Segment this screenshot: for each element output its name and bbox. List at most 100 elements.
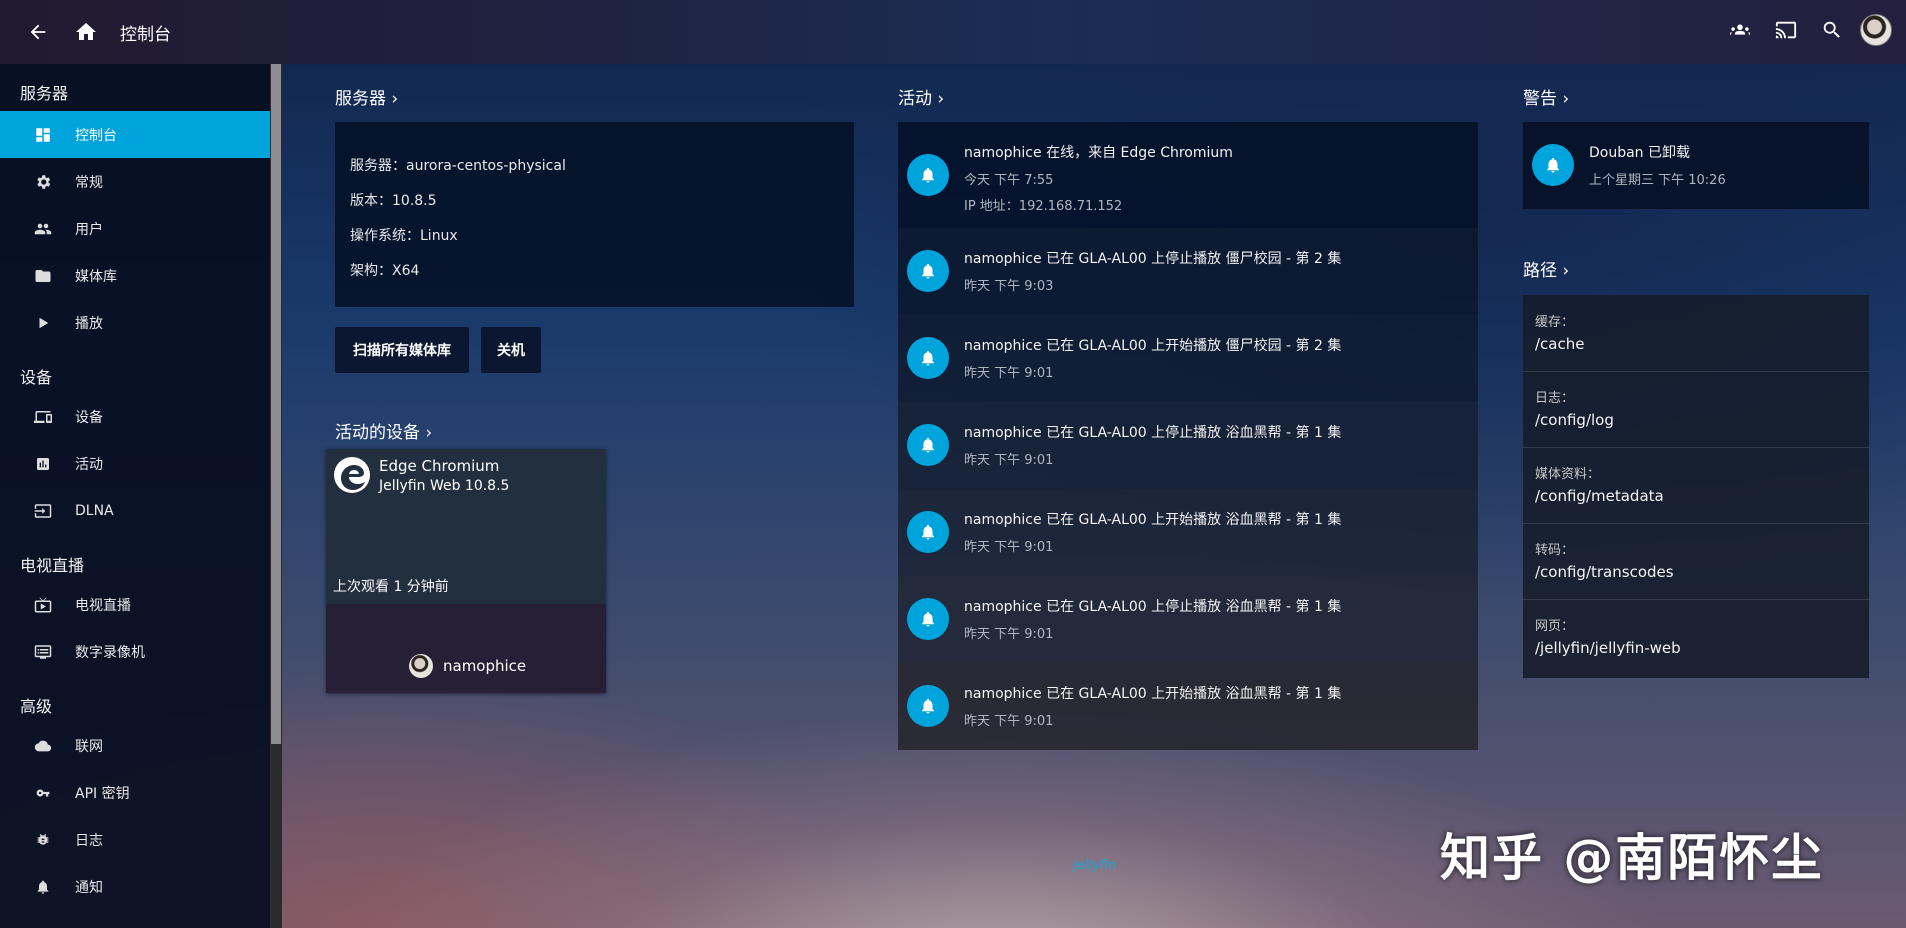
activity-time: 昨天 下午 9:01 <box>964 540 1054 555</box>
back-button[interactable] <box>20 14 56 50</box>
bell-icon <box>907 685 949 727</box>
path-label: 缓存： <box>1535 315 1575 330</box>
activity-item[interactable]: namophice 已在 GLA-AL00 上停止播放 浴血黑帮 - 第 1 集… <box>898 576 1478 664</box>
sidebar-item-notifications[interactable]: 通知 <box>0 863 270 910</box>
gear-icon <box>33 172 53 192</box>
user-avatar <box>409 654 433 678</box>
activity-time: 今天 下午 7:55 <box>964 173 1054 188</box>
active-device-card[interactable]: Edge Chromium Jellyfin Web 10.8.5 上次观看 1… <box>326 449 606 693</box>
search-button[interactable] <box>1814 12 1850 48</box>
group-icon <box>1729 24 1751 35</box>
activity-item[interactable]: namophice 在线，来自 Edge Chromium 今天 下午 7:55… <box>898 122 1478 229</box>
sidebar-scrollbar-thumb[interactable] <box>271 64 281 744</box>
chevron-right-icon: › <box>1562 89 1570 109</box>
device-last-seen: 上次观看 1 分钟前 <box>333 579 449 595</box>
live-tv-icon <box>33 595 53 615</box>
bell-icon <box>1532 144 1574 186</box>
bell-icon <box>907 337 949 379</box>
sidebar-item-dashboard[interactable]: 控制台 <box>0 111 270 158</box>
device-app-name: Edge Chromium <box>379 457 500 475</box>
bell-icon <box>907 250 949 292</box>
bell-icon <box>33 877 53 897</box>
home-icon <box>76 23 96 40</box>
sidebar-item-networking[interactable]: 联网 <box>0 722 270 769</box>
sidebar-item-label: 用户 <box>75 221 103 238</box>
server-os: 操作系统：Linux <box>350 228 458 244</box>
device-app-version: Jellyfin Web 10.8.5 <box>379 478 510 494</box>
cloud-icon <box>33 736 53 756</box>
activity-title: namophice 已在 GLA-AL00 上开始播放 僵尸校园 - 第 2 集 <box>964 338 1342 354</box>
sidebar-item-label: 常规 <box>75 174 103 191</box>
activity-title: namophice 已在 GLA-AL00 上停止播放 僵尸校园 - 第 2 集 <box>964 251 1342 267</box>
activity-time: 昨天 下午 9:03 <box>964 279 1054 294</box>
sidebar-item-users[interactable]: 用户 <box>0 205 270 252</box>
home-button[interactable] <box>68 14 104 50</box>
sidebar-item-label: 播放 <box>75 315 103 332</box>
server-section-title[interactable]: 服务器 › <box>335 84 398 109</box>
bell-icon <box>907 424 949 466</box>
activity-item[interactable]: namophice 已在 GLA-AL00 上停止播放 僵尸校园 - 第 2 集… <box>898 228 1478 316</box>
dashboard-icon <box>33 125 53 145</box>
activity-item[interactable]: namophice 已在 GLA-AL00 上开始播放 浴血黑帮 - 第 1 集… <box>898 663 1478 750</box>
chevron-right-icon: › <box>425 423 433 443</box>
sidebar-item-label: 控制台 <box>75 127 117 144</box>
activity-extra: IP 地址：192.168.71.152 <box>964 199 1123 214</box>
sidebar-item-live-tv[interactable]: 电视直播 <box>0 581 270 628</box>
alerts-section-title[interactable]: 警告 › <box>1523 84 1569 109</box>
activity-section-title[interactable]: 活动 › <box>898 84 944 109</box>
path-item-log: 日志： /config/log <box>1523 371 1869 448</box>
sidebar-item-playback[interactable]: 播放 <box>0 299 270 346</box>
activity-time: 昨天 下午 9:01 <box>964 453 1054 468</box>
activity-item[interactable]: namophice 已在 GLA-AL00 上开始播放 浴血黑帮 - 第 1 集… <box>898 489 1478 577</box>
cast-button[interactable] <box>1768 12 1804 48</box>
sidebar-item-label: 联网 <box>75 738 103 755</box>
alert-time: 上个星期三 下午 10:26 <box>1589 173 1726 188</box>
top-header: 控制台 <box>0 0 1906 64</box>
active-devices-title[interactable]: 活动的设备 › <box>335 418 432 443</box>
activity-title: namophice 在线，来自 Edge Chromium <box>964 145 1233 161</box>
activity-time: 昨天 下午 9:01 <box>964 627 1054 642</box>
devices-icon <box>33 407 53 427</box>
activity-title-text: 活动 <box>898 89 932 109</box>
arrow-left-icon <box>30 24 46 40</box>
shutdown-button[interactable]: 关机 <box>481 327 541 373</box>
section-advanced: 高级 <box>20 697 53 716</box>
sidebar-item-dlna[interactable]: DLNA <box>0 487 270 534</box>
sidebar-item-label: DLNA <box>75 502 114 519</box>
play-icon <box>33 313 53 333</box>
sync-play-button[interactable] <box>1722 12 1758 48</box>
input-icon <box>33 501 53 521</box>
path-label: 网页： <box>1535 619 1575 634</box>
user-avatar[interactable] <box>1860 14 1892 46</box>
sidebar-item-label: 媒体库 <box>75 268 117 285</box>
cast-icon <box>1775 21 1797 39</box>
sidebar-item-api-keys[interactable]: API 密钥 <box>0 769 270 816</box>
scan-all-libraries-button[interactable]: 扫描所有媒体库 <box>335 327 469 373</box>
sidebar-item-label: 通知 <box>75 879 103 896</box>
section-live-tv: 电视直播 <box>20 556 85 575</box>
alerts-title-text: 警告 <box>1523 89 1557 109</box>
sidebar-item-label: 电视直播 <box>75 597 131 614</box>
sidebar-item-dvr[interactable]: 数字录像机 <box>0 628 270 675</box>
sidebar-item-activity[interactable]: 活动 <box>0 440 270 487</box>
jellyfin-footer-logo[interactable]: jellyfin <box>1073 858 1116 873</box>
paths-title-text: 路径 <box>1523 261 1557 281</box>
sidebar-item-libraries[interactable]: 媒体库 <box>0 252 270 299</box>
activity-item[interactable]: namophice 已在 GLA-AL00 上停止播放 浴血黑帮 - 第 1 集… <box>898 402 1478 490</box>
activity-title: namophice 已在 GLA-AL00 上停止播放 浴血黑帮 - 第 1 集 <box>964 425 1342 441</box>
sidebar-item-logs[interactable]: 日志 <box>0 816 270 863</box>
edge-browser-icon <box>333 456 371 494</box>
path-value: /jellyfin/jellyfin-web <box>1535 639 1681 657</box>
search-icon <box>1823 21 1840 38</box>
server-name: 服务器：aurora-centos-physical <box>350 158 566 174</box>
page-title: 控制台 <box>120 25 171 45</box>
sidebar-item-general[interactable]: 常规 <box>0 158 270 205</box>
activity-item[interactable]: namophice 已在 GLA-AL00 上开始播放 僵尸校园 - 第 2 集… <box>898 315 1478 403</box>
paths-section-title[interactable]: 路径 › <box>1523 256 1569 281</box>
sidebar-item-label: 数字录像机 <box>75 644 145 661</box>
path-value: /config/log <box>1535 411 1614 429</box>
sidebar-item-devices[interactable]: 设备 <box>0 393 270 440</box>
path-value: /config/transcodes <box>1535 563 1674 581</box>
alert-item[interactable]: Douban 已卸载 上个星期三 下午 10:26 <box>1523 122 1869 209</box>
bell-icon <box>907 598 949 640</box>
